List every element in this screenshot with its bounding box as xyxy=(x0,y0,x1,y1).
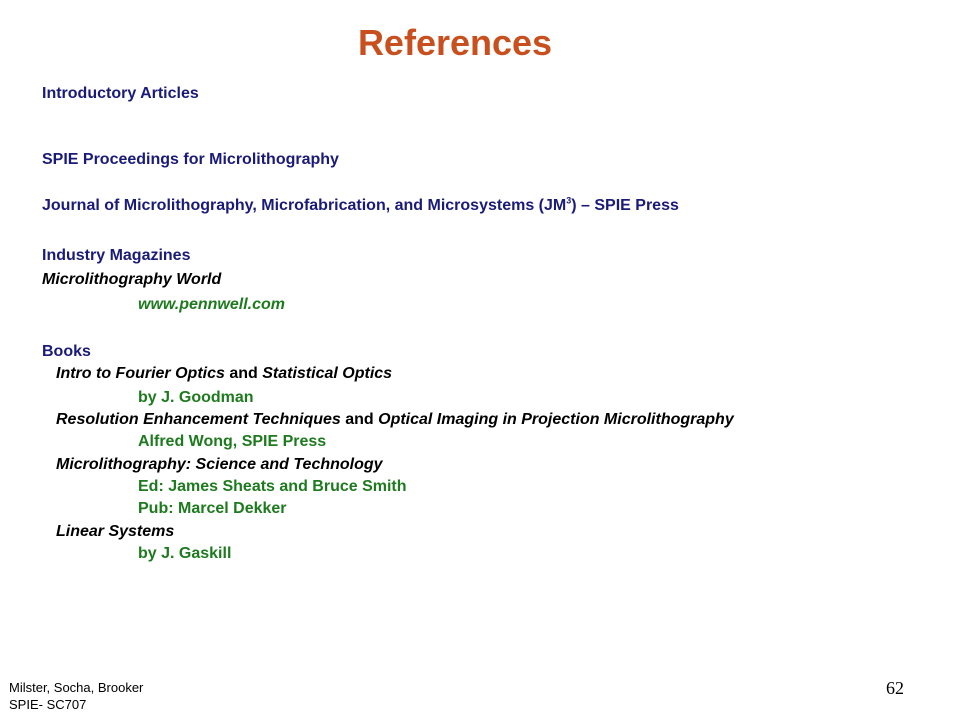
book-title: Statistical Optics xyxy=(262,365,393,382)
book-detail: by J. Goodman xyxy=(138,389,254,406)
book-detail: Pub: Marcel Dekker xyxy=(138,500,287,517)
book-title: Linear Systems xyxy=(56,523,175,540)
book-detail: Alfred Wong, SPIE Press xyxy=(138,433,327,450)
book-title: Optical Imaging in Projection Microlitho… xyxy=(378,411,734,428)
book-title: Microlithography: Science and Technology xyxy=(56,456,383,473)
book-detail: by J. Gaskill xyxy=(138,545,232,562)
book-title-joiner: and xyxy=(224,365,263,382)
footer-course: SPIE- SC707 xyxy=(9,697,87,712)
book-title: Resolution Enhancement Techniques xyxy=(56,411,341,428)
footer-authors: Milster, Socha, Brooker xyxy=(9,680,144,695)
magazine-url-link[interactable]: www.pennwell.com xyxy=(138,295,285,315)
book-title-joiner: and xyxy=(340,411,379,428)
book-title: Intro to Fourier Optics xyxy=(56,365,225,382)
book-detail: Ed: James Sheats and Bruce Smith xyxy=(138,478,407,495)
page-number: 62 xyxy=(886,678,904,698)
journal-text: Journal of Microlithography, Microfabric… xyxy=(42,197,567,214)
journal-line: Journal of Microlithography, Microfabric… xyxy=(42,196,679,216)
journal-suffix: ) – SPIE Press xyxy=(571,197,679,214)
page-title: References xyxy=(357,22,553,63)
book-entry-title: Intro to Fourier Optics and Statistical … xyxy=(56,364,392,384)
spie-proceedings-line: SPIE Proceedings for Microlithography xyxy=(42,151,339,168)
magazine-title: Microlithography World xyxy=(42,271,222,288)
section-books: Books xyxy=(42,343,91,360)
book-entry-title: Resolution Enhancement Techniques and Op… xyxy=(56,410,734,430)
section-industry-magazines: Industry Magazines xyxy=(42,247,191,264)
section-introductory-articles: Introductory Articles xyxy=(42,85,199,102)
